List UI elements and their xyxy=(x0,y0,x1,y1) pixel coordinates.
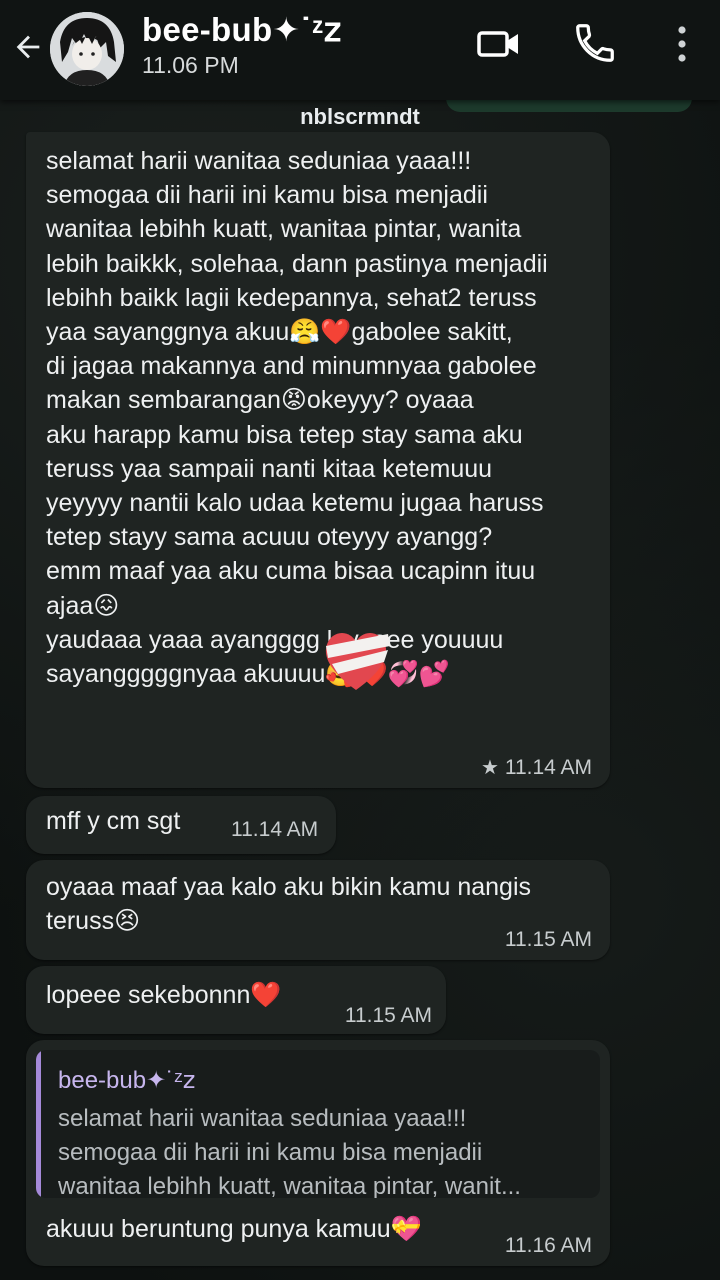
quote-accent-bar xyxy=(36,1050,41,1198)
contact-avatar[interactable] xyxy=(50,12,124,86)
star-icon: ★ xyxy=(481,757,499,779)
message-bubble[interactable]: bee-bub✦˙ᶻ𝗓 selamat harii wanitaa seduni… xyxy=(26,1040,610,1266)
message-bubble[interactable]: oyaaa maaf yaa kalo aku bikin kamu nangi… xyxy=(26,860,610,960)
contact-name[interactable]: bee-bub✦˙ᶻ𝗓 xyxy=(142,10,342,49)
message-time: ★ 11.14 AM xyxy=(481,755,592,780)
message-time: 11.15 AM xyxy=(504,928,592,951)
back-button[interactable] xyxy=(8,24,48,70)
message-time-label: 11.14 AM xyxy=(504,756,592,779)
arrow-left-icon xyxy=(16,35,40,59)
more-vert-icon xyxy=(678,26,686,62)
last-seen-time: 11.06 PM xyxy=(142,52,239,78)
chat-header: bee-bub✦˙ᶻ𝗓 11.06 PM xyxy=(0,0,720,100)
message-bubble[interactable]: lopeee sekebonnn❤️ 11.15 AM xyxy=(26,966,446,1034)
video-call-button[interactable] xyxy=(476,24,522,64)
message-text: lopeee sekebonnn❤️ xyxy=(46,981,282,1009)
phone-icon xyxy=(576,24,614,62)
voice-call-button[interactable] xyxy=(572,20,618,66)
message-bubble[interactable]: mff y cm sgt 11.14 AM xyxy=(26,796,336,854)
message-time: 11.16 AM xyxy=(504,1234,592,1257)
message-text: akuuu beruntung punya kamuu💝 xyxy=(46,1215,422,1243)
quoted-text: selamat harii wanitaa seduniaa yaaa!!! s… xyxy=(58,1105,521,1198)
quoted-sender-name: bee-bub✦˙ᶻ𝗓 xyxy=(58,1067,196,1094)
video-camera-icon xyxy=(477,31,518,57)
message-time: 11.14 AM xyxy=(231,818,319,841)
quoted-message[interactable]: bee-bub✦˙ᶻ𝗓 selamat harii wanitaa seduni… xyxy=(36,1050,600,1198)
mending-heart-icon xyxy=(318,624,394,694)
message-text: selamat harii wanitaa seduniaa yaaa!!! s… xyxy=(46,147,548,689)
message-time: 11.15 AM xyxy=(344,1004,432,1027)
overflow-menu-button[interactable] xyxy=(670,22,694,66)
message-text: mff y cm sgt xyxy=(46,807,181,835)
message-sender-label: nblscrmndt xyxy=(300,104,420,129)
